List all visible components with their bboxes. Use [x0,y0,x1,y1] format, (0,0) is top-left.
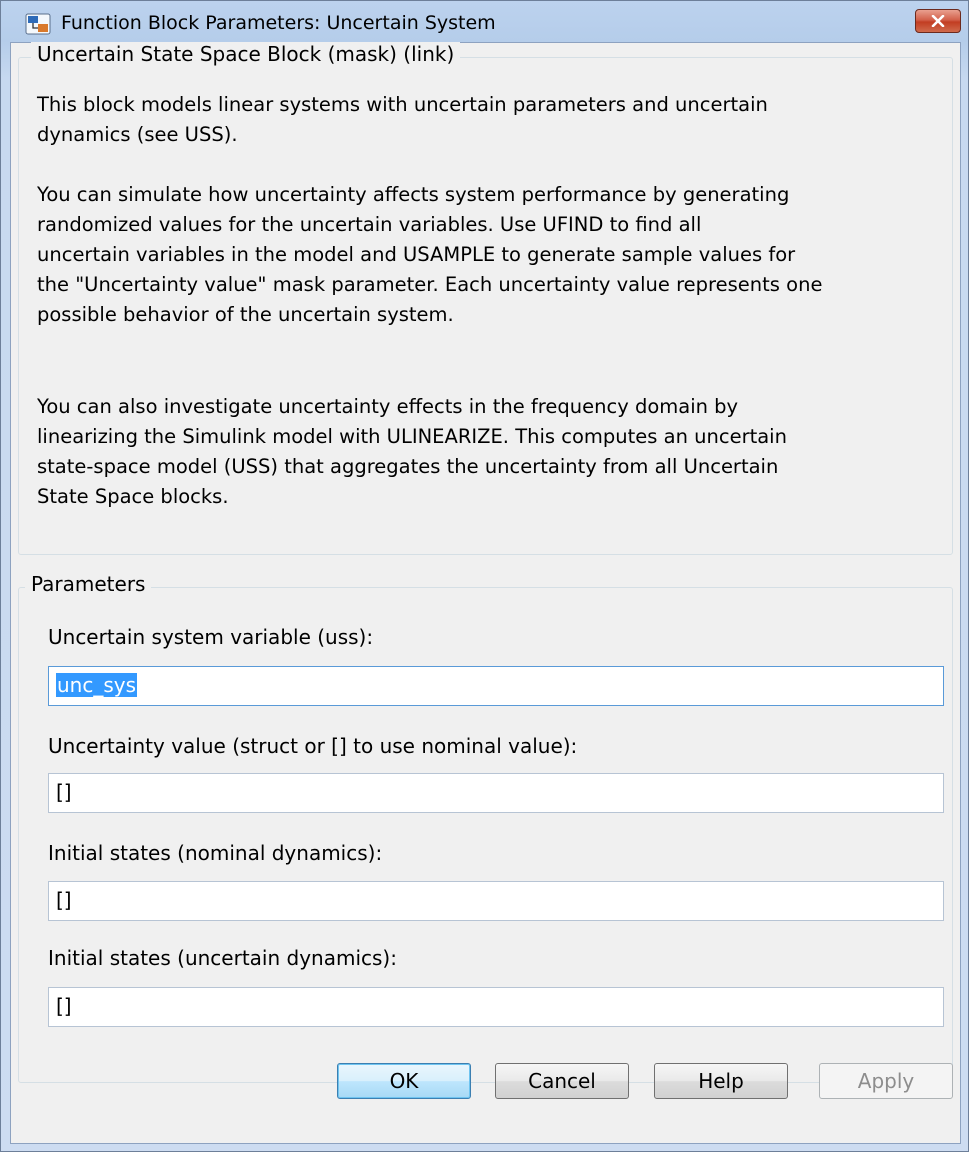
ok-button[interactable]: OK [337,1063,471,1099]
initial-states-nominal-label: Initial states (nominal dynamics): [48,841,383,865]
close-icon [931,15,945,27]
initial-states-uncertain-field[interactable]: [] [48,987,944,1027]
close-button[interactable] [915,9,961,33]
initial-states-uncertain-label: Initial states (uncertain dynamics): [48,946,397,970]
title-bar[interactable]: Function Block Parameters: Uncertain Sys… [1,1,968,43]
cancel-button[interactable]: Cancel [495,1063,629,1099]
dialog-window: Function Block Parameters: Uncertain Sys… [0,0,969,1152]
simulink-block-icon [25,13,51,35]
initial-states-nominal-value: [] [56,888,72,912]
description-paragraph: You can also investigate uncertainty eff… [37,395,787,508]
help-button[interactable]: Help [654,1063,788,1099]
uss-variable-field[interactable]: unc_sys [48,666,944,706]
initial-states-uncertain-value: [] [56,994,72,1018]
parameters-group-title: Parameters [25,572,152,596]
description-paragraph: This block models linear systems with un… [37,93,768,146]
description-paragraph: You can simulate how uncertainty affects… [37,183,823,326]
uncertainty-value-field[interactable]: [] [48,773,944,813]
description-group-title: Uncertain State Space Block (mask) (link… [31,42,461,66]
window-title: Function Block Parameters: Uncertain Sys… [61,12,496,34]
initial-states-nominal-field[interactable]: [] [48,881,944,921]
uncertainty-value-label: Uncertainty value (struct or [] to use n… [48,734,578,758]
uss-variable-value: unc_sys [56,673,138,697]
uncertainty-value-value: [] [56,780,72,804]
dialog-client-area: Uncertain State Space Block (mask) (link… [10,42,961,1144]
uss-variable-label: Uncertain system variable (uss): [48,625,374,649]
apply-button[interactable]: Apply [819,1063,953,1099]
description-group: Uncertain State Space Block (mask) (link… [18,42,953,555]
